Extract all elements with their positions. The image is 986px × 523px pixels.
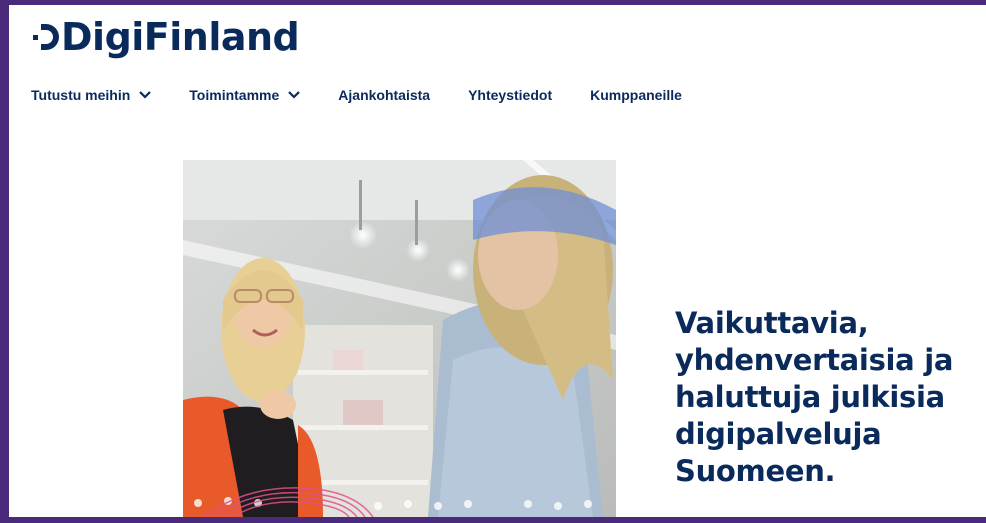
chevron-down-icon [288, 91, 301, 99]
nav-item-label: Tutustu meihin [31, 87, 131, 103]
hero-title-line: Vaikuttavia, [675, 306, 869, 340]
hero-title: Vaikuttavia, yhdenvertaisia ja haluttuja… [675, 305, 980, 490]
nav-item-toimintamme[interactable]: Toimintamme [189, 87, 301, 103]
hero-title-line: digipalveluja [675, 417, 882, 451]
brand-name: DigiFinland [61, 15, 300, 59]
nav-item-tutustu-meihin[interactable]: Tutustu meihin [31, 87, 152, 103]
hero-title-line: yhdenvertaisia ja [675, 343, 954, 377]
page: DigiFinland Tutustu meihin Toimintamme A… [9, 5, 986, 517]
nav-item-label: Kumppaneille [590, 87, 682, 103]
nav-item-kumppaneille[interactable]: Kumppaneille [590, 87, 682, 103]
nav-item-ajankohtaista[interactable]: Ajankohtaista [338, 87, 430, 103]
hero-title-line: haluttuja julkisia [675, 380, 945, 414]
nav-item-label: Ajankohtaista [338, 87, 431, 103]
digifinland-logo-icon [33, 24, 59, 50]
hero-title-line: Suomeen. [675, 454, 836, 488]
hero-image [183, 160, 616, 517]
main-nav: Tutustu meihin Toimintamme Ajankohtaista… [31, 87, 720, 103]
nav-item-label: Toimintamme [189, 87, 280, 103]
nav-item-label: Yhteystiedot [468, 87, 553, 103]
chevron-down-icon [139, 91, 152, 99]
nav-item-yhteystiedot[interactable]: Yhteystiedot [468, 87, 552, 103]
brand-logo[interactable]: DigiFinland [33, 15, 300, 59]
